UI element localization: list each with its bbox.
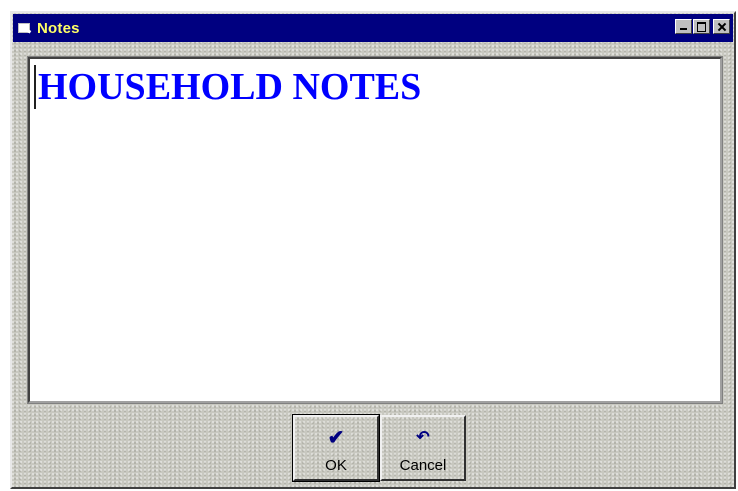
minimize-icon[interactable]: [675, 19, 692, 34]
window-title: Notes: [37, 19, 80, 37]
checkmark-icon: ✔: [327, 427, 345, 449]
cancel-button-label: Cancel: [399, 457, 447, 474]
notes-textarea[interactable]: HOUSEHOLD NOTES: [27, 56, 723, 404]
maximize-icon[interactable]: [693, 19, 710, 34]
ok-button-label: OK: [325, 457, 347, 474]
title-bar[interactable]: Notes: [13, 14, 733, 42]
notes-window: Notes HOUSEHOLD NOTES ✔ OK ↶ Cancel: [10, 11, 736, 489]
undo-arrow-icon: ↶: [416, 429, 430, 446]
ok-button[interactable]: ✔ OK: [292, 414, 380, 482]
cancel-button[interactable]: ↶ Cancel: [380, 415, 466, 481]
notes-text[interactable]: HOUSEHOLD NOTES: [34, 65, 716, 109]
window-controls: [674, 19, 730, 34]
close-icon[interactable]: [713, 19, 730, 34]
notes-app-icon[interactable]: [17, 21, 33, 35]
